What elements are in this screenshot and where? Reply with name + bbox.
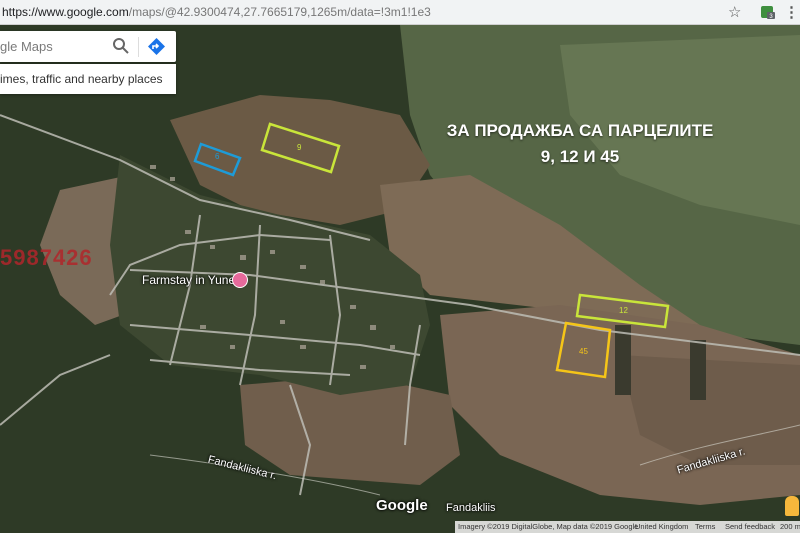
road-label-center: Fandakliis (446, 502, 496, 514)
maps-search-box[interactable]: gle Maps (0, 31, 176, 62)
hotel-pin-icon[interactable] (232, 272, 248, 288)
directions-icon[interactable] (148, 38, 165, 55)
place-label-farmstay[interactable]: Farmstay in Yunets (142, 273, 245, 287)
search-hint-text: imes, traffic and nearby places (0, 72, 163, 86)
imagery-credit: Imagery ©2019 DigitalGlobe, Map data ©20… (458, 522, 639, 531)
more-menu-icon[interactable]: ⋮ (784, 3, 799, 21)
phone-watermark: 5987426 (0, 245, 93, 270)
search-icon[interactable] (112, 37, 130, 55)
headline-line-2: 9, 12 И 45 (540, 147, 620, 166)
url-host: https://www.google.com (2, 5, 129, 19)
satellite-map[interactable] (0, 25, 800, 533)
country-link[interactable]: United Kingdom (635, 522, 688, 531)
google-logo: Google (376, 497, 428, 514)
search-input[interactable]: gle Maps (0, 39, 53, 54)
plot-9-label: 9 (297, 143, 302, 152)
satellite-imagery (0, 25, 800, 533)
search-hint-panel[interactable]: imes, traffic and nearby places (0, 64, 176, 94)
plot-12-label: 12 (619, 306, 628, 315)
headline-line-1: ЗА ПРОДАЖБА СА ПАРЦЕЛИТЕ (446, 121, 714, 140)
star-icon[interactable]: ☆ (728, 3, 741, 21)
browser-address-bar[interactable]: https://www.google.com/maps/@42.9300474,… (0, 0, 800, 25)
extension-icon[interactable]: 3 (760, 4, 776, 20)
scale-label: 200 m (780, 522, 800, 531)
search-divider (138, 37, 139, 57)
plot-45-label: 45 (579, 347, 588, 356)
plot-6-label: 6 (215, 152, 220, 161)
pegman-icon[interactable] (785, 496, 799, 516)
terms-link[interactable]: Terms (695, 522, 715, 531)
map-attribution-bar: Imagery ©2019 DigitalGlobe, Map data ©20… (455, 521, 800, 533)
url-text[interactable]: https://www.google.com/maps/@42.9300474,… (0, 5, 431, 19)
url-path: /maps/@42.9300474,27.7665179,1265m/data=… (128, 5, 431, 19)
send-feedback-link[interactable]: Send feedback (725, 522, 775, 531)
sale-headline: ЗА ПРОДАЖБА СА ПАРЦЕЛИТЕ 9, 12 И 45 (420, 118, 740, 170)
